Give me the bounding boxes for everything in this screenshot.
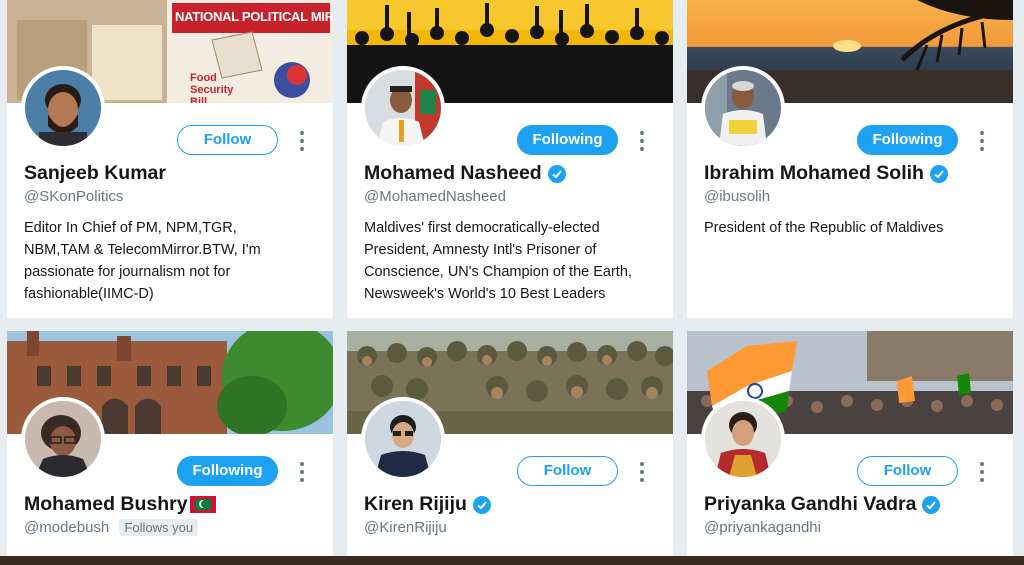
avatar[interactable]	[701, 66, 785, 150]
more-options-icon[interactable]	[299, 131, 305, 151]
bio-line: Newsweek's World's 10 Best Leaders	[364, 286, 606, 302]
more-options-icon[interactable]	[639, 131, 645, 151]
follow-button[interactable]: Follow	[177, 125, 278, 155]
profile-name-text: Sanjeeb Kumar	[24, 162, 166, 184]
more-options-icon[interactable]	[979, 131, 985, 151]
profile-name[interactable]: Mohamed Nasheed	[364, 162, 566, 185]
maldives-flag-icon	[189, 496, 216, 513]
profile-handle[interactable]: @SKonPolitics	[24, 188, 123, 205]
avatar[interactable]	[361, 66, 445, 150]
profile-name-text: Mohamed Nasheed	[364, 162, 542, 184]
avatar[interactable]	[21, 397, 105, 481]
follows-you-badge: Follows you	[119, 519, 199, 536]
more-options-icon[interactable]	[639, 462, 645, 482]
profile-handle[interactable]: @priyankagandhi	[704, 519, 821, 536]
profile-name-text: Kiren Rijiju	[364, 493, 467, 515]
bio-line: Editor In Chief of PM, NPM,TGR,	[24, 220, 237, 236]
verified-badge-icon	[922, 495, 941, 514]
following-button[interactable]: Following	[517, 125, 618, 155]
bio-line: Maldives' first democratically-elected	[364, 220, 600, 236]
follow-button[interactable]: Follow	[517, 456, 618, 486]
avatar[interactable]	[361, 397, 445, 481]
profile-card[interactable]: Following Ibrahim Mohamed Solih @ibusoli…	[687, 0, 1013, 318]
profile-handle[interactable]: @MohamedNasheed	[364, 188, 506, 205]
bio-line: passionate for journalism not for	[24, 264, 231, 280]
profile-card[interactable]: NATIONAL POLITICAL MIRROR Food Security …	[7, 0, 333, 318]
bio-line: President, Amnesty Intl's Prisoner of	[364, 242, 597, 258]
following-button[interactable]: Following	[857, 125, 958, 155]
profile-handle[interactable]: @ibusolih	[704, 188, 770, 205]
banner-subtext: Food Security Bill	[190, 72, 234, 103]
profile-bio: Maldives' first democratically-elected P…	[364, 217, 660, 305]
bio-line: NBM,TAM & TelecomMirror.BTW, I'm	[24, 242, 261, 258]
profile-name[interactable]: Ibrahim Mohamed Solih	[704, 162, 948, 185]
profile-name[interactable]: Kiren Rijiju	[364, 493, 491, 516]
bottom-edge-bar	[0, 556, 1024, 565]
bio-line: President of the Republic of Maldives	[704, 220, 944, 236]
following-button[interactable]: Following	[177, 456, 278, 486]
profile-name-text: Priyanka Gandhi Vadra	[704, 493, 917, 515]
profile-card[interactable]: Following Mohamed Nasheed @MohamedNashee…	[347, 0, 673, 318]
profile-card[interactable]: Follow Priyanka Gandhi Vadra @priyankaga…	[687, 331, 1013, 565]
bio-line: fashionable(IIMC-D)	[24, 286, 154, 302]
more-options-icon[interactable]	[979, 462, 985, 482]
banner-title: NATIONAL POLITICAL MIRROR	[175, 9, 333, 24]
profile-name[interactable]: Mohamed Bushry	[24, 493, 216, 516]
follow-button[interactable]: Follow	[857, 456, 958, 486]
profile-bio: Editor In Chief of PM, NPM,TGR, NBM,TAM …	[24, 217, 320, 305]
profile-card[interactable]: Following Mohamed Bushry @modebush Follo…	[7, 331, 333, 565]
profile-bio: President of the Republic of Maldives	[704, 217, 1000, 239]
profile-handle[interactable]: @KirenRijiju	[364, 519, 447, 536]
verified-badge-icon	[472, 495, 491, 514]
profile-name[interactable]: Sanjeeb Kumar	[24, 162, 166, 185]
avatar[interactable]	[21, 66, 105, 150]
verified-badge-icon	[929, 164, 948, 183]
profile-handle-text: @modebush	[24, 519, 110, 536]
more-options-icon[interactable]	[299, 462, 305, 482]
profile-name[interactable]: Priyanka Gandhi Vadra	[704, 493, 941, 516]
verified-badge-icon	[547, 164, 566, 183]
profile-card[interactable]: Follow Kiren Rijiju @KirenRijiju	[347, 331, 673, 565]
profile-name-text: Mohamed Bushry	[24, 493, 188, 515]
avatar[interactable]	[701, 397, 785, 481]
profile-handle[interactable]: @modebush Follows you	[24, 519, 199, 536]
profile-name-text: Ibrahim Mohamed Solih	[704, 162, 924, 184]
bio-line: Conscience, UN's Champion of the Earth,	[364, 264, 632, 280]
